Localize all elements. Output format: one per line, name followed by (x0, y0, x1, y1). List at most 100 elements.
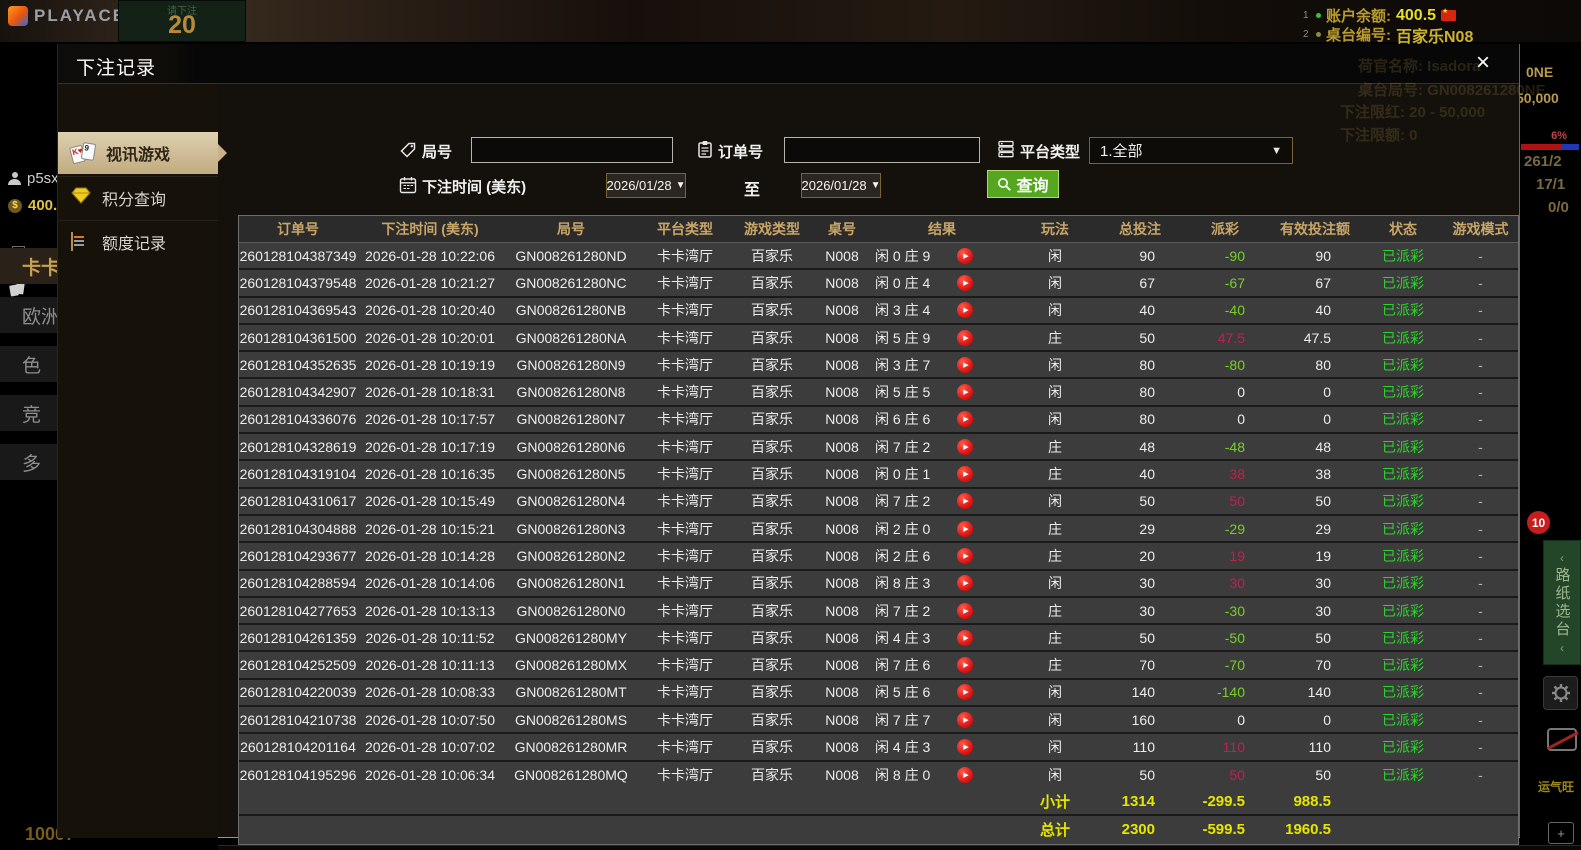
result: 闲 7 庄 2 ▶ (871, 601, 1013, 621)
bet-time: 2026-01-28 10:08:33 (365, 684, 495, 701)
replay-button[interactable]: ▶ (957, 547, 973, 564)
total-bet: 70 (1139, 657, 1155, 674)
replay-button[interactable]: ▶ (957, 520, 973, 537)
table-row: 260128104210738 2026-01-28 10:07:50 GN0082… (239, 707, 1518, 735)
game-type: 百家乐 (751, 384, 793, 401)
replay-button[interactable]: ▶ (957, 356, 973, 373)
table-no: N008 (825, 466, 859, 483)
bet-time: 2026-01-28 10:11:13 (365, 657, 495, 674)
replay-button[interactable]: ▶ (957, 438, 973, 455)
table-value: 百家乐N08 (1396, 28, 1474, 46)
sidebar-item-2[interactable]: 色 (0, 346, 57, 382)
total-bet: 140 (1131, 684, 1155, 701)
search-button[interactable]: 查询 (987, 170, 1059, 198)
play-type: 闲 (1048, 575, 1062, 592)
round-no: GN008261280N1 (516, 575, 626, 592)
result: 闲 8 庄 0 ▶ (871, 765, 1013, 785)
table-no: N008 (825, 247, 859, 264)
replay-button[interactable]: ▶ (957, 247, 973, 264)
replay-button[interactable]: ▶ (957, 274, 973, 291)
play-type: 闲 (1048, 384, 1062, 401)
result: 闲 2 庄 0 ▶ (871, 519, 1013, 539)
valid-bet: 0 (1323, 384, 1331, 401)
table-row: 260128104379548 2026-01-28 10:21:27 GN0082… (239, 270, 1518, 298)
payout: -80 (1224, 356, 1245, 373)
total-bet: 20 (1139, 547, 1155, 564)
date-to-picker[interactable]: 2026/01/28 ▼ (801, 173, 881, 198)
order-no: 260128104288594 (239, 575, 357, 592)
bet-time: 2026-01-28 10:07:50 (365, 711, 495, 728)
status: 已派彩 (1382, 520, 1424, 537)
roadmap-strip-label: 路纸选台 (1553, 566, 1571, 639)
status: 已派彩 (1382, 411, 1424, 428)
replay-button[interactable]: ▶ (957, 711, 973, 728)
total-bet: 90 (1139, 247, 1155, 264)
replay-button[interactable]: ▶ (957, 767, 973, 784)
play-type: 庄 (1048, 602, 1062, 619)
sidebar-item-0[interactable]: 卡卡 (0, 248, 57, 284)
table-row: 260128104288594 2026-01-28 10:14:06 GN0082… (239, 570, 1518, 598)
valid-bet: 29 (1315, 520, 1331, 537)
valid-bet: 50 (1315, 629, 1331, 646)
replay-button[interactable]: ▶ (957, 629, 973, 646)
settings-button[interactable] (1543, 676, 1578, 710)
game-type: 百家乐 (751, 711, 793, 728)
replay-button[interactable]: ▶ (957, 329, 973, 346)
status: 已派彩 (1382, 629, 1424, 646)
tab-quota-records[interactable]: 额度记录 (58, 220, 218, 262)
replay-button[interactable]: ▶ (957, 493, 973, 510)
sidebar-item-1[interactable]: 欧洲 (0, 297, 57, 333)
chevron-up-icon[interactable]: ‹ (1560, 551, 1564, 565)
result-text: 闲 4 庄 3 (875, 738, 931, 755)
replay-button[interactable]: ▶ (957, 466, 973, 483)
replay-button[interactable]: ▶ (957, 575, 973, 592)
game-type: 百家乐 (751, 466, 793, 483)
platform-type: 卡卡湾厅 (657, 411, 713, 428)
add-widget-button[interactable]: + (1548, 822, 1574, 844)
bet-time: 2026-01-28 10:14:28 (365, 547, 495, 564)
game-type: 百家乐 (751, 767, 793, 784)
payout: 50 (1229, 767, 1245, 784)
payout: 50 (1229, 493, 1245, 510)
payout: -140 (1216, 684, 1245, 701)
tab-points-query[interactable]: 积分查询 (58, 176, 218, 218)
platform-type-value: 1.全部 (1100, 143, 1143, 160)
table-row: 260128104277653 2026-01-28 10:13:13 GN0082… (239, 597, 1518, 626)
sidebar-item-3[interactable]: 竞 (0, 395, 57, 431)
date-from-picker[interactable]: 2026/01/28 ▼ (606, 173, 686, 198)
order-no-input[interactable] (784, 137, 980, 163)
status: 已派彩 (1382, 247, 1424, 264)
account-info: 1 账户余额: 400.5 2 桌台编号: 百家乐N08 (1303, 6, 1581, 46)
game-type: 百家乐 (751, 411, 793, 428)
sidebar-item-4[interactable]: 多 (0, 444, 57, 480)
platform-icon (998, 140, 1014, 158)
game-mode: - (1478, 384, 1483, 401)
total-bet: 30 (1139, 602, 1155, 619)
replay-button[interactable]: ▶ (957, 411, 973, 428)
platform-type-select[interactable]: 1.全部 ▼ (1089, 137, 1293, 164)
chevron-down-icon[interactable]: ‹ (1560, 641, 1564, 655)
replay-button[interactable]: ▶ (957, 657, 973, 674)
chat-mute-button[interactable] (1547, 728, 1577, 751)
order-no: 260128104252509 (239, 657, 357, 674)
platform-type: 卡卡湾厅 (657, 438, 713, 455)
result-text: 闲 8 庄 0 (875, 767, 931, 784)
table-no: N008 (825, 767, 859, 784)
subtotal-label: 小计 (1039, 794, 1070, 812)
tab-video-games[interactable]: K♥ 9 视讯游戏 (58, 132, 227, 174)
round-no-input[interactable] (471, 137, 673, 163)
table-row: 260128104387349 2026-01-28 10:22:06 GN0082… (239, 243, 1518, 271)
replay-button[interactable]: ▶ (957, 738, 973, 755)
replay-button[interactable]: ▶ (957, 684, 973, 701)
column-header-valid-bet: 有效投注额 (1280, 221, 1350, 237)
replay-button[interactable]: ▶ (957, 384, 973, 401)
payout: 30 (1229, 575, 1245, 592)
payout: -299.5 (1202, 793, 1245, 811)
replay-button[interactable]: ▶ (957, 602, 973, 619)
table-no: N008 (825, 411, 859, 428)
dim-limit-line: 下注限红: 20 - 50,000 (1340, 104, 1486, 121)
replay-button[interactable]: ▶ (957, 302, 973, 319)
valid-bet: 0 (1323, 411, 1331, 428)
roadmap-table-select-strip[interactable]: ‹ 路纸选台 ‹ (1543, 540, 1581, 665)
valid-bet: 30 (1315, 602, 1331, 619)
